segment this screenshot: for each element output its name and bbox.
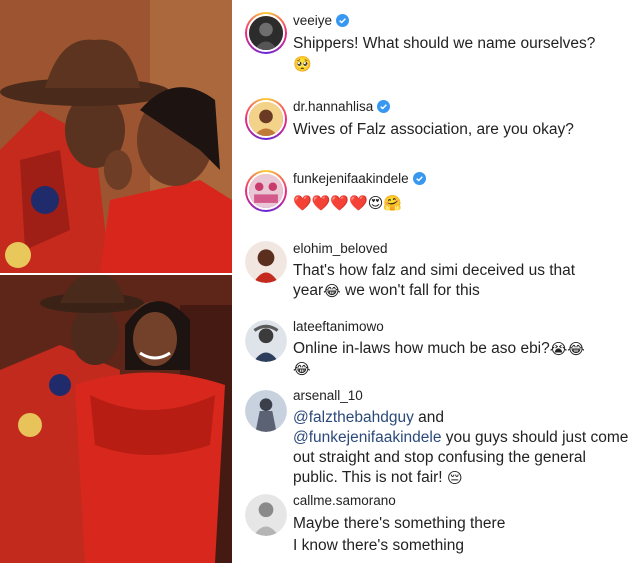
comment-body: year — [293, 282, 324, 299]
comment-text: That's how falz and simi deceived us tha… — [293, 261, 633, 301]
avatar[interactable] — [245, 98, 287, 140]
comment-item: callme.samorano Maybe there's something … — [238, 486, 638, 563]
comment-text: @falzthebahdguy and @funkejenifaakindele… — [293, 408, 633, 488]
couple-photo-top — [0, 0, 232, 273]
photo-collage — [0, 0, 232, 563]
comment-body: Shippers! What should we name ourselves? — [293, 35, 596, 52]
avatar[interactable] — [245, 241, 287, 283]
comment-text: Wives of Falz association, are you okay? — [293, 120, 633, 140]
comment-item: arsenall_10 @falzthebahdguy and @funkeje… — [238, 384, 638, 488]
comment-username[interactable]: callme.samorano — [293, 493, 396, 508]
comment-username[interactable]: arsenall_10 — [293, 388, 363, 403]
comment-body: Wives of Falz association, are you okay? — [293, 121, 574, 138]
mention-link[interactable]: @falzthebahdguy — [293, 409, 414, 426]
comment-username[interactable]: elohim_beloved — [293, 241, 388, 256]
comment-username[interactable]: funkejenifaakindele — [293, 171, 426, 186]
username-text: elohim_beloved — [293, 241, 388, 256]
username-text: callme.samorano — [293, 493, 396, 508]
verified-badge-icon — [336, 14, 350, 27]
hearts-emoji: ❤️❤️❤️❤️😍🤗 — [293, 195, 403, 212]
comment-body: Maybe there's something there — [293, 515, 506, 532]
comment-item: veeiye Shippers! What should we name our… — [238, 0, 638, 82]
verified-badge-icon — [412, 172, 426, 185]
comment-username[interactable]: veeiye — [293, 13, 350, 28]
couple-photo-bottom — [0, 275, 232, 563]
comment-text: ❤️❤️❤️❤️😍🤗 — [293, 193, 633, 213]
verified-badge-icon — [377, 100, 391, 113]
comment-text: Shippers! What should we name ourselves?… — [293, 34, 633, 74]
avatar[interactable] — [245, 170, 287, 212]
panel-divider — [232, 0, 235, 563]
comment-text: Maybe there's something there I know the… — [293, 513, 633, 557]
comment-item: funkejenifaakindele ❤️❤️❤️❤️😍🤗 — [238, 160, 638, 232]
comment-body: we won't fall for this — [340, 282, 480, 299]
pleading-face-emoji: 🥺 — [293, 56, 312, 73]
avatar[interactable] — [245, 320, 287, 362]
username-text: funkejenifaakindele — [293, 171, 409, 186]
comment-body: That's how falz and simi deceived us tha… — [293, 262, 576, 279]
comment-username[interactable]: lateeftanimowo — [293, 319, 384, 334]
avatar[interactable] — [245, 494, 287, 536]
username-text: veeiye — [293, 13, 333, 28]
comment-username[interactable]: dr.hannahlisa — [293, 99, 391, 114]
username-text: lateeftanimowo — [293, 319, 384, 334]
comment-item: lateeftanimowo Online in-laws how much b… — [238, 310, 638, 384]
mention-link[interactable]: @funkejenifaakindele — [293, 429, 441, 446]
comment-item: elohim_beloved That's how falz and simi … — [238, 232, 638, 310]
crying-laughing-emoji: 😭😂 — [549, 341, 585, 358]
laughing-emoji: 😂 — [293, 361, 311, 378]
comments-list: veeiye Shippers! What should we name our… — [238, 0, 638, 563]
avatar[interactable] — [245, 390, 287, 432]
comment-body: Online in-laws how much be aso ebi? — [293, 340, 550, 357]
comment-item: dr.hannahlisa Wives of Falz association,… — [238, 88, 638, 158]
laughing-emoji: 😂 — [323, 283, 341, 300]
comment-body: I know there's something — [293, 537, 464, 554]
avatar[interactable] — [245, 12, 287, 54]
username-text: dr.hannahlisa — [293, 99, 374, 114]
username-text: arsenall_10 — [293, 388, 363, 403]
comment-body: and — [413, 409, 445, 426]
comment-text: Online in-laws how much be aso ebi?😭😂 😂 — [293, 339, 633, 379]
